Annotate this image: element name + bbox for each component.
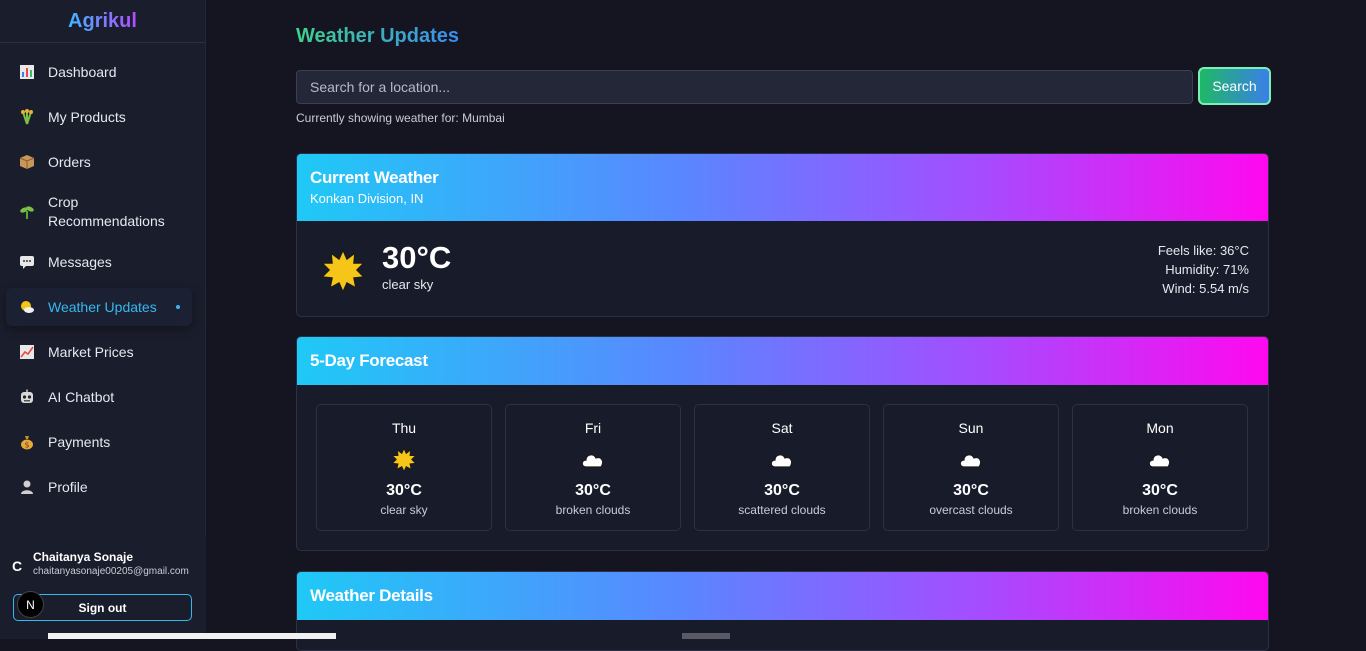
brand-name: Agrikul xyxy=(68,9,137,32)
day-name: Sun xyxy=(958,420,984,436)
bar-chart-icon xyxy=(18,63,36,81)
search-button[interactable]: Search xyxy=(1198,67,1271,105)
page-title: Weather Updates xyxy=(296,25,460,47)
day-name: Fri xyxy=(584,420,602,436)
horizontal-scrollbar[interactable] xyxy=(48,633,336,639)
sidebar-item-label: Profile xyxy=(48,478,88,495)
day-condition: clear sky xyxy=(380,503,428,517)
robot-icon xyxy=(18,388,36,406)
sidebar-nav: Dashboard My Products Orders Crop Recomm… xyxy=(0,43,205,506)
avatar: C xyxy=(12,558,23,574)
forecast-day: Sat 30°C scattered clouds xyxy=(694,404,870,531)
forecast-card: 5-Day Forecast Thu 30°C clear sky Fri 30… xyxy=(296,336,1269,551)
sun-icon xyxy=(321,249,365,293)
day-condition: broken clouds xyxy=(1122,503,1198,517)
sun-icon xyxy=(317,447,491,473)
dev-tools-badge[interactable]: N xyxy=(17,591,44,618)
sidebar-item-orders[interactable]: Orders xyxy=(6,143,199,181)
sidebar-item-payments[interactable]: $ Payments xyxy=(6,423,199,461)
sidebar-item-weather-updates[interactable]: Weather Updates xyxy=(6,288,192,326)
cloud-icon xyxy=(884,447,1058,473)
sidebar: Agrikul Dashboard My Products Orders Cro… xyxy=(0,0,206,639)
sidebar-item-my-products[interactable]: My Products xyxy=(6,98,199,136)
sidebar-item-label: Orders xyxy=(48,153,91,170)
card-title: Weather Details xyxy=(310,586,433,605)
active-indicator xyxy=(176,305,180,309)
sidebar-item-crop-recommendations[interactable]: Crop Recommendations xyxy=(6,188,199,236)
current-temperature: 30°C xyxy=(382,240,452,275)
day-temperature: 30°C xyxy=(386,482,422,499)
sidebar-item-profile[interactable]: Profile xyxy=(6,468,199,506)
day-name: Mon xyxy=(1146,420,1174,436)
user-panel: C Chaitanya Sonaje chaitanyasonaje00205@… xyxy=(0,536,206,639)
cloud-icon xyxy=(1073,447,1247,473)
forecast-day: Sun 30°C overcast clouds xyxy=(883,404,1059,531)
location-search-input[interactable] xyxy=(296,70,1193,104)
scrollbar-thumb[interactable] xyxy=(682,633,730,639)
day-condition: overcast clouds xyxy=(929,503,1013,517)
speech-bubble-icon xyxy=(18,253,36,271)
sheaf-icon xyxy=(18,108,36,126)
weather-stats: Feels like: 36°C Humidity: 71% Wind: 5.5… xyxy=(1158,241,1249,298)
weather-details-card: Weather Details xyxy=(296,571,1269,651)
forecast-day: Fri 30°C broken clouds xyxy=(505,404,681,531)
current-location-text: Currently showing weather for: Mumbai xyxy=(296,111,505,125)
cloud-icon xyxy=(506,447,680,473)
sidebar-item-dashboard[interactable]: Dashboard xyxy=(6,53,199,91)
feels-like: Feels like: 36°C xyxy=(1157,243,1249,258)
card-title: 5-Day Forecast xyxy=(310,351,428,370)
user-email: chaitanyasonaje00205@gmail.com xyxy=(33,566,189,577)
day-temperature: 30°C xyxy=(764,482,800,499)
day-condition: broken clouds xyxy=(555,503,631,517)
card-header: 5-Day Forecast xyxy=(297,337,1268,385)
location-name: Konkan Division, IN xyxy=(310,191,424,206)
sidebar-item-label: Payments xyxy=(48,433,111,450)
day-condition: scattered clouds xyxy=(738,503,826,517)
sidebar-item-label: Market Prices xyxy=(48,343,134,360)
brand-logo[interactable]: Agrikul xyxy=(0,0,205,43)
money-bag-icon: $ xyxy=(18,433,36,451)
sidebar-item-label: Dashboard xyxy=(48,63,117,80)
sun-cloud-icon xyxy=(18,298,36,316)
wind-speed: Wind: 5.54 m/s xyxy=(1162,281,1249,296)
package-icon xyxy=(18,153,36,171)
trend-chart-icon xyxy=(18,343,36,361)
card-header: Current Weather Konkan Division, IN xyxy=(297,154,1268,221)
sidebar-item-label: My Products xyxy=(48,108,126,125)
day-temperature: 30°C xyxy=(575,482,611,499)
forecast-days: Thu 30°C clear sky Fri 30°C broken cloud… xyxy=(316,404,1248,531)
card-header: Weather Details xyxy=(297,572,1268,620)
sidebar-item-label: AI Chatbot xyxy=(48,388,115,405)
sidebar-item-label: Messages xyxy=(48,253,112,270)
day-temperature: 30°C xyxy=(1142,482,1178,499)
day-name: Sat xyxy=(771,420,793,436)
forecast-day: Thu 30°C clear sky xyxy=(316,404,492,531)
sidebar-item-label: Crop Recommendations xyxy=(48,194,165,229)
cloud-icon xyxy=(695,447,869,473)
card-title: Current Weather xyxy=(310,168,439,187)
forecast-day: Mon 30°C broken clouds xyxy=(1072,404,1248,531)
sidebar-item-messages[interactable]: Messages xyxy=(6,243,199,281)
svg-text:$: $ xyxy=(24,441,29,450)
sidebar-item-label: Weather Updates xyxy=(48,298,157,315)
seedling-icon xyxy=(18,203,36,221)
user-icon xyxy=(18,478,36,496)
humidity: Humidity: 71% xyxy=(1165,262,1249,277)
sidebar-item-ai-chatbot[interactable]: AI Chatbot xyxy=(6,378,199,416)
day-temperature: 30°C xyxy=(953,482,989,499)
day-name: Thu xyxy=(391,420,417,436)
sidebar-item-market-prices[interactable]: Market Prices xyxy=(6,333,199,371)
user-name: Chaitanya Sonaje xyxy=(33,550,134,564)
current-weather-card: Current Weather Konkan Division, IN 30°C… xyxy=(296,153,1269,317)
current-condition: clear sky xyxy=(382,277,434,292)
